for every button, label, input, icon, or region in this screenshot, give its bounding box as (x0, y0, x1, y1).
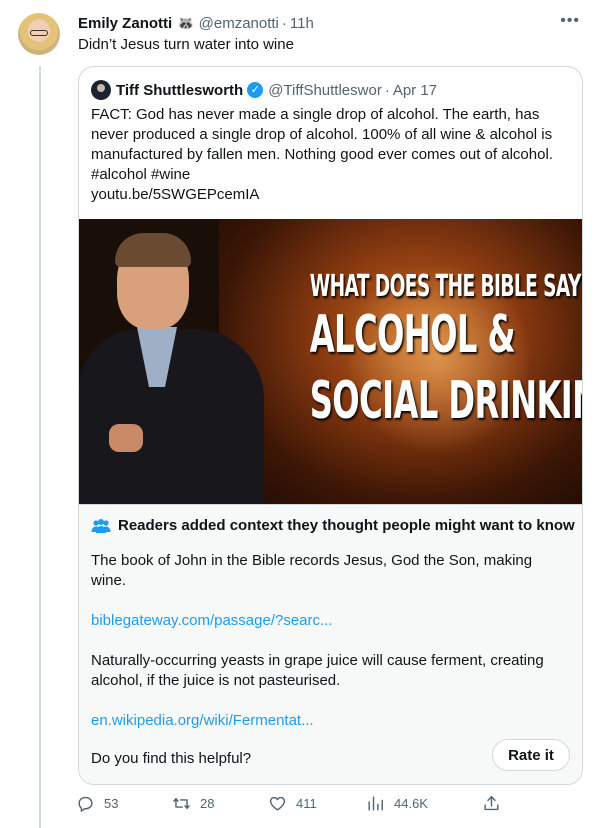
tweet-text: Didn’t Jesus turn water into wine (78, 36, 294, 53)
raccoon-emoji-icon: 🦝 (177, 14, 195, 31)
media-person-hand (109, 424, 143, 452)
reply-icon (78, 796, 93, 812)
retweet-icon (173, 798, 190, 809)
people-icon (91, 518, 111, 533)
community-note-link[interactable]: en.wikipedia.org/wiki/Fermentat... (91, 711, 314, 731)
reply-button[interactable]: 53 (76, 794, 118, 813)
quoted-text-line: #alcohol #wine (91, 166, 191, 183)
quoted-text-line: never produced a single drop of alcohol.… (91, 126, 553, 143)
tweet-header: Emily Zanotti 🦝 @emzanotti · 11h (78, 13, 578, 33)
quoted-author-avatar[interactable] (91, 80, 111, 100)
quoted-text-line: manufactured by fallen men. Nothing good… (91, 146, 553, 163)
quoted-author-handle[interactable]: @TiffShuttleswor (268, 82, 382, 99)
thread-line (39, 66, 41, 828)
quoted-tweet-time[interactable]: Apr 17 (393, 82, 437, 99)
media-person (79, 219, 289, 504)
author-handle[interactable]: @emzanotti (199, 15, 279, 32)
author-name[interactable]: Emily Zanotti (78, 15, 172, 32)
separator-dot: · (384, 81, 390, 99)
like-button[interactable]: 411 (268, 794, 317, 813)
author-avatar[interactable] (18, 13, 60, 55)
quoted-tweet-text: FACT: God has never made a single drop o… (91, 105, 576, 205)
views-count: 44.6K (394, 796, 428, 811)
media-title-line3: SOCIAL DRINKING (309, 371, 582, 431)
community-note-heading: Readers added context they thought peopl… (91, 517, 575, 534)
views-button[interactable]: 44.6K (366, 794, 428, 813)
quoted-text-line: youtu.be/5SWGEPcemIA (91, 186, 260, 203)
community-note-paragraph: Naturally-occurring yeasts in grape juic… (91, 652, 544, 689)
like-count: 411 (296, 796, 317, 811)
community-note-link[interactable]: biblegateway.com/passage/?searc... (91, 611, 333, 631)
tweet-time[interactable]: 11h (290, 15, 314, 32)
reply-count: 53 (104, 796, 119, 811)
quoted-text-line: FACT: God has never made a single drop o… (91, 106, 540, 123)
retweet-button[interactable]: 28 (172, 794, 214, 813)
separator-dot: · (281, 14, 287, 32)
verified-badge-icon: ✓ (247, 82, 264, 98)
media-title-line2: ALCOHOL & (309, 305, 516, 365)
retweet-count: 28 (200, 796, 215, 811)
share-button[interactable] (482, 794, 510, 813)
media-person-hair (115, 233, 191, 267)
quoted-tweet-header: Tiff Shuttlesworth ✓ @TiffShuttleswor · … (116, 80, 437, 100)
community-note: Readers added context they thought peopl… (79, 504, 582, 784)
quoted-author-name[interactable]: Tiff Shuttlesworth (116, 82, 243, 99)
avatar-glasses (30, 30, 48, 36)
media-person-body (79, 329, 264, 504)
views-icon (368, 796, 383, 811)
helpful-prompt: Do you find this helpful? (91, 750, 252, 767)
rate-it-button[interactable]: Rate it (492, 739, 570, 771)
media-title-line1: WHAT DOES THE BIBLE SAY ABOUT (309, 269, 582, 304)
tweet-actions: 53 28 411 44.6K (76, 794, 506, 818)
community-note-paragraph: The book of John in the Bible records Je… (91, 552, 533, 589)
quoted-tweet[interactable]: Tiff Shuttlesworth ✓ @TiffShuttleswor · … (78, 66, 583, 785)
like-icon (269, 796, 286, 811)
share-icon (484, 796, 499, 811)
community-note-heading-text: Readers added context they thought peopl… (118, 517, 575, 534)
more-horizontal-icon[interactable]: ••• (560, 12, 580, 30)
quoted-media-image[interactable]: WHAT DOES THE BIBLE SAY ABOUT ALCOHOL & … (79, 219, 582, 504)
